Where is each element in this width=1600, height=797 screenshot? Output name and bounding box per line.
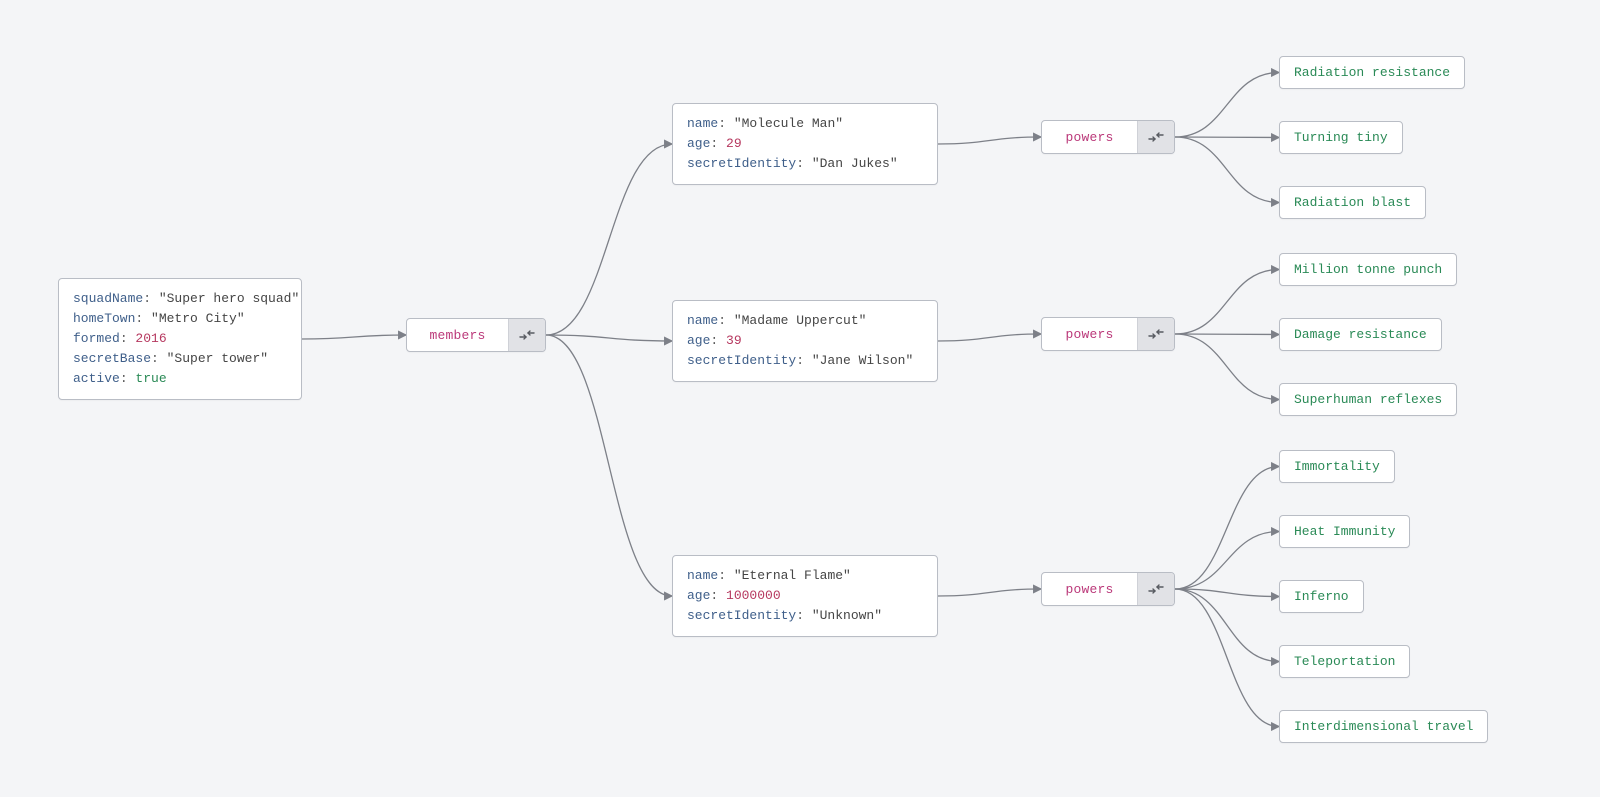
kv-row: name: "Eternal Flame" — [687, 566, 923, 586]
power-leaf-node[interactable]: Inferno — [1279, 580, 1364, 613]
power-leaf-node[interactable]: Radiation resistance — [1279, 56, 1465, 89]
kv-row: homeTown: "Metro City" — [73, 309, 287, 329]
kv-row: secretBase: "Super tower" — [73, 349, 287, 369]
power-leaf-node[interactable]: Damage resistance — [1279, 318, 1442, 351]
kv-row: age: 29 — [687, 134, 923, 154]
powers-array-node[interactable]: powers — [1041, 572, 1175, 606]
expand-handle-icon[interactable] — [1137, 121, 1174, 153]
powers-array-node[interactable]: powers — [1041, 120, 1175, 154]
kv-row: active: true — [73, 369, 287, 389]
kv-row: age: 39 — [687, 331, 923, 351]
array-label: powers — [1042, 318, 1137, 350]
powers-array-node[interactable]: powers — [1041, 317, 1175, 351]
kv-row: secretIdentity: "Jane Wilson" — [687, 351, 923, 371]
expand-handle-icon[interactable] — [508, 319, 545, 351]
kv-row: secretIdentity: "Dan Jukes" — [687, 154, 923, 174]
root-object-node[interactable]: squadName: "Super hero squad" homeTown: … — [58, 278, 302, 400]
power-leaf-node[interactable]: Immortality — [1279, 450, 1395, 483]
expand-handle-icon[interactable] — [1137, 573, 1174, 605]
member-object-node[interactable]: name: "Madame Uppercut" age: 39 secretId… — [672, 300, 938, 382]
power-leaf-node[interactable]: Radiation blast — [1279, 186, 1426, 219]
power-leaf-node[interactable]: Turning tiny — [1279, 121, 1403, 154]
kv-row: formed: 2016 — [73, 329, 287, 349]
power-leaf-node[interactable]: Interdimensional travel — [1279, 710, 1488, 743]
power-leaf-node[interactable]: Superhuman reflexes — [1279, 383, 1457, 416]
power-leaf-node[interactable]: Teleportation — [1279, 645, 1410, 678]
diagram-canvas: { "root": { "squadName": { "key": "squad… — [0, 0, 1600, 797]
kv-row: name: "Madame Uppercut" — [687, 311, 923, 331]
kv-row: name: "Molecule Man" — [687, 114, 923, 134]
power-leaf-node[interactable]: Million tonne punch — [1279, 253, 1457, 286]
member-object-node[interactable]: name: "Molecule Man" age: 29 secretIdent… — [672, 103, 938, 185]
kv-row: squadName: "Super hero squad" — [73, 289, 287, 309]
kv-row: age: 1000000 — [687, 586, 923, 606]
member-object-node[interactable]: name: "Eternal Flame" age: 1000000 secre… — [672, 555, 938, 637]
kv-row: secretIdentity: "Unknown" — [687, 606, 923, 626]
expand-handle-icon[interactable] — [1137, 318, 1174, 350]
members-array-node[interactable]: members — [406, 318, 546, 352]
array-label: members — [407, 319, 508, 351]
power-leaf-node[interactable]: Heat Immunity — [1279, 515, 1410, 548]
array-label: powers — [1042, 121, 1137, 153]
array-label: powers — [1042, 573, 1137, 605]
